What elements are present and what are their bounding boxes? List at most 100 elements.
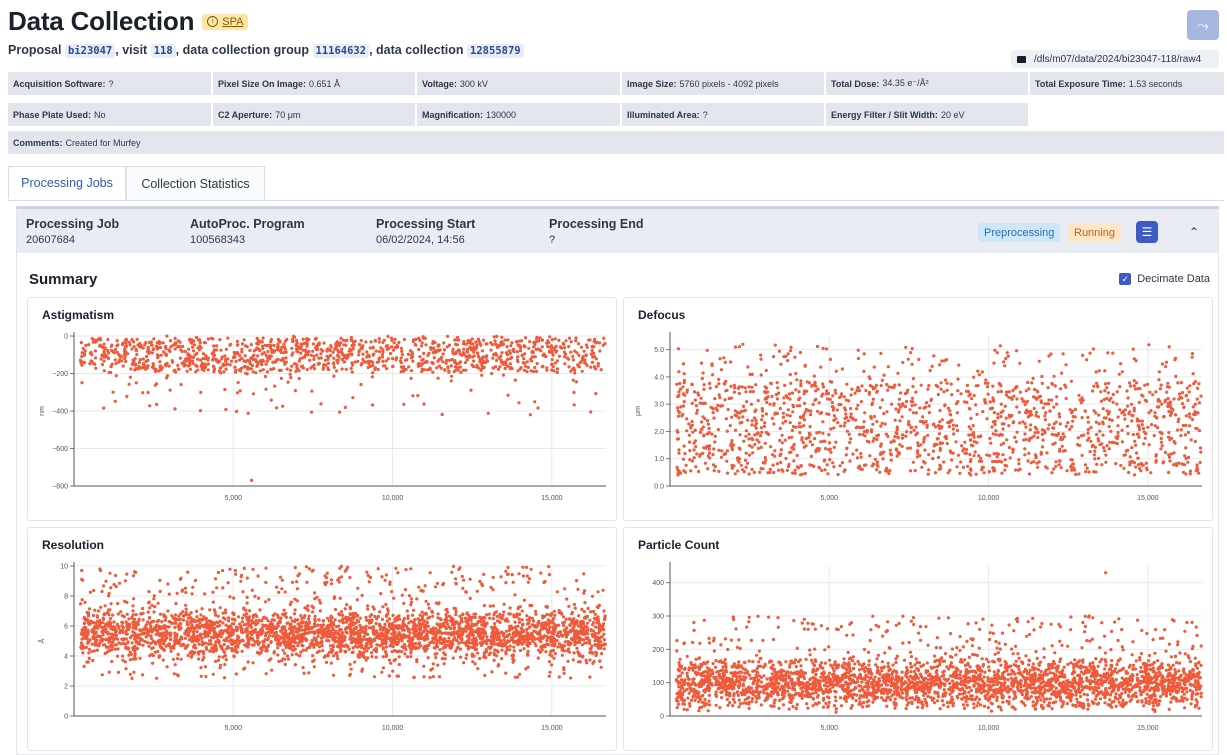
scatter-point xyxy=(1140,423,1144,427)
param-value: ? xyxy=(702,109,708,120)
scatter-point xyxy=(454,581,458,585)
scatter-point xyxy=(588,338,592,342)
scatter-point xyxy=(733,428,738,432)
scatter-point xyxy=(421,357,425,361)
scatter-point xyxy=(569,350,573,354)
scatter-point xyxy=(569,340,573,344)
chevron-up-icon[interactable]: ⌃ xyxy=(1189,225,1199,239)
scatter-point xyxy=(1036,436,1040,440)
scatter-point xyxy=(409,349,413,353)
scatter-point xyxy=(995,351,999,355)
file-path[interactable]: /dls/m07/data/2024/bi23047-118/raw4 xyxy=(1011,50,1219,68)
scatter-point xyxy=(535,362,539,366)
scatter-point xyxy=(1102,397,1106,402)
scatter-point xyxy=(892,439,896,443)
scatter-point xyxy=(856,356,861,361)
scatter-point xyxy=(874,383,879,387)
scatter-point xyxy=(1193,439,1197,444)
scatter-point xyxy=(268,357,272,361)
scatter-point xyxy=(897,451,901,455)
scatter-point xyxy=(451,347,455,351)
scatter-point xyxy=(750,467,754,471)
scatter-point xyxy=(832,418,836,422)
scatter-point xyxy=(373,339,378,343)
param-value: Created for Murfey xyxy=(65,137,141,148)
scatter-point xyxy=(1095,381,1099,385)
scatter-point xyxy=(335,654,339,658)
scatter-point xyxy=(288,372,292,376)
scatter-point xyxy=(271,360,275,364)
scatter-point xyxy=(890,402,894,406)
scatter-point xyxy=(131,604,135,608)
scatter-point xyxy=(1144,432,1148,436)
scatter-point xyxy=(809,413,813,417)
param-value: 130000 xyxy=(486,109,517,120)
scatter-point xyxy=(449,379,453,383)
resolution-chart-card: Resolution 5,000 10,000 15,000 0 2 4 6 8 10 Å xyxy=(27,527,617,751)
scatter-point xyxy=(312,354,316,358)
scatter-point xyxy=(992,452,996,456)
scatter-point xyxy=(1111,400,1115,404)
scatter-point xyxy=(357,342,362,347)
scatter-point xyxy=(387,658,391,662)
scatter-point xyxy=(789,381,793,385)
checkbox-icon[interactable]: ✓ xyxy=(1119,273,1132,285)
scatter-point xyxy=(350,343,354,348)
scatter-point xyxy=(1132,384,1136,388)
tab-processing-jobs[interactable]: Processing Jobs xyxy=(8,166,126,200)
scatter-point xyxy=(301,366,305,370)
scatter-point xyxy=(862,420,866,424)
scatter-point xyxy=(820,468,824,473)
scatter-point xyxy=(754,418,758,422)
scatter-point xyxy=(811,402,815,406)
scatter-point xyxy=(590,348,594,353)
scatter-point xyxy=(1198,446,1203,450)
scatter-point xyxy=(955,424,959,428)
scatter-point xyxy=(882,450,886,454)
scatter-point xyxy=(834,440,838,444)
decimate-data-checkbox[interactable]: ✓ Decimate Data xyxy=(1119,273,1210,285)
scatter-point xyxy=(104,353,108,357)
param-label: Illuminated Area: xyxy=(627,109,700,120)
scatter-point xyxy=(290,346,294,350)
scatter-point xyxy=(117,641,121,645)
param-label: Total Exposure Time: xyxy=(1035,78,1126,89)
scatter-point xyxy=(855,456,859,460)
scatter-point xyxy=(907,420,911,424)
scatter-point xyxy=(966,464,970,468)
scatter-point xyxy=(1029,409,1033,414)
scatter-point xyxy=(500,657,504,661)
scatter-point xyxy=(80,381,84,385)
scatter-point xyxy=(507,349,511,353)
tab-collection-statistics[interactable]: Collection Statistics xyxy=(126,166,265,200)
scatter-point xyxy=(1115,402,1119,406)
scatter-point xyxy=(773,454,777,458)
job-header[interactable]: Processing Job 20607684 AutoProc. Progra… xyxy=(17,209,1218,253)
param-acquisition-software: Acquisition Software:? xyxy=(8,72,211,95)
scatter-point xyxy=(1154,390,1158,394)
scatter-point xyxy=(802,392,806,396)
scatter-point xyxy=(1159,383,1163,387)
scatter-point xyxy=(815,431,819,435)
scatter-point xyxy=(103,347,107,351)
scatter-point xyxy=(578,361,582,365)
scatter-point xyxy=(754,421,759,425)
scatter-point xyxy=(493,339,497,343)
scatter-point xyxy=(576,363,580,367)
collection-type-badge[interactable]: i SPA xyxy=(202,13,249,30)
job-menu-button[interactable]: ☰ xyxy=(1136,221,1158,243)
scatter-point xyxy=(371,403,375,407)
scatter-point xyxy=(384,645,388,649)
action-button[interactable]: ⤳ xyxy=(1187,10,1219,40)
scatter-point xyxy=(112,620,116,624)
scatter-point xyxy=(342,360,347,364)
scatter-point xyxy=(1149,471,1153,475)
scatter-point xyxy=(1033,387,1037,392)
scatter-point xyxy=(567,336,572,340)
scatter-point xyxy=(764,458,768,462)
scatter-point xyxy=(509,344,513,348)
scatter-point xyxy=(468,339,472,343)
scatter-point xyxy=(376,367,380,372)
scatter-point xyxy=(191,361,195,365)
y-tick-label: 0 xyxy=(64,714,68,721)
